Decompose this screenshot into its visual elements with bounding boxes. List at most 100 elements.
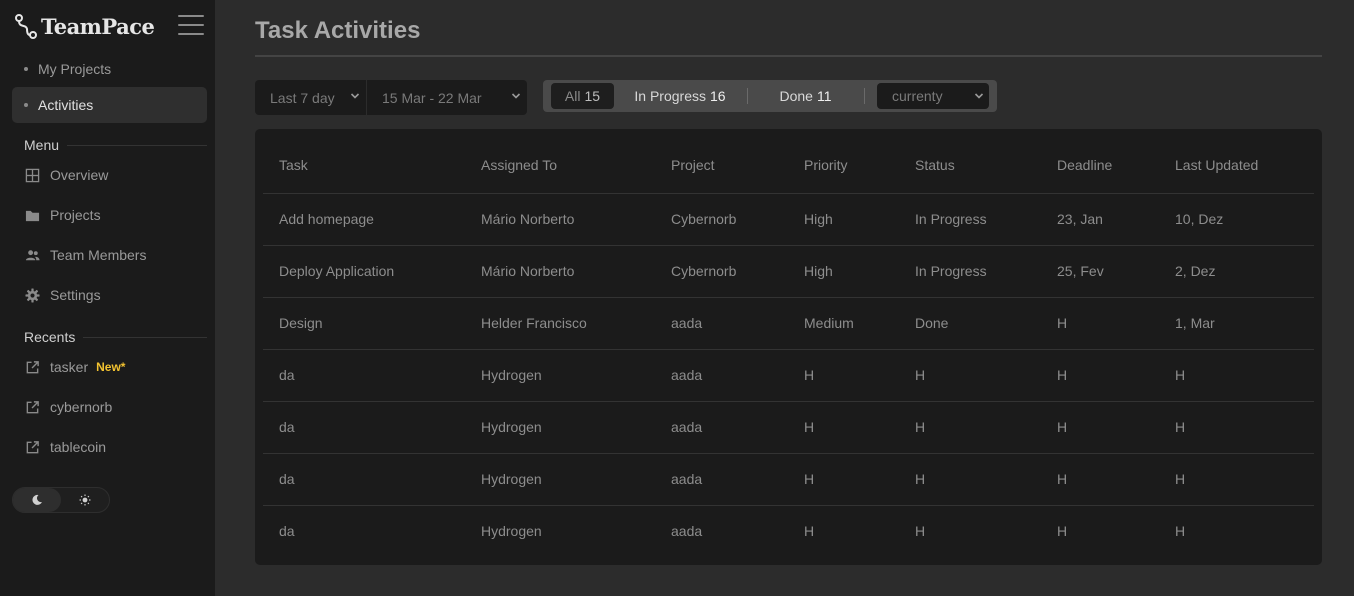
cell-project: aada	[671, 471, 703, 487]
column-header-deadline[interactable]: Deadline	[1057, 157, 1112, 173]
light-theme-button[interactable]	[61, 488, 109, 512]
cell-priority: H	[804, 419, 815, 435]
bullet-icon	[24, 103, 28, 107]
filter-count: 15	[584, 88, 601, 104]
column-header-last-updated[interactable]: Last Updated	[1175, 157, 1258, 173]
recent-item-label: cybernorb	[50, 399, 113, 415]
cell-priority: High	[804, 263, 833, 279]
column-header-status[interactable]: Status	[915, 157, 955, 173]
table-row[interactable]: da Hydrogen aada H H H H	[263, 350, 1314, 402]
cell-task: da	[279, 367, 295, 383]
cell-last-updated: H	[1175, 471, 1186, 487]
cell-last-updated: 10, Dez	[1175, 211, 1224, 227]
menu-section-heading: Menu	[24, 137, 207, 153]
filter-label: Done	[779, 88, 813, 104]
date-range-select[interactable]: Last 7 day	[255, 80, 366, 115]
cell-task: Design	[279, 315, 323, 331]
sidebar-item-settings[interactable]: Settings	[12, 278, 207, 312]
users-icon	[24, 247, 40, 263]
filter-all-button[interactable]: All 15	[551, 83, 614, 109]
filter-count: 16	[710, 88, 726, 104]
sidebar-item-label: Projects	[50, 207, 101, 223]
recent-item-cybernorb[interactable]: cybernorb	[12, 390, 207, 424]
cell-last-updated: H	[1175, 367, 1186, 383]
sidebar-item-label: My Projects	[38, 61, 112, 77]
table-row[interactable]: Design Helder Francisco aada Medium Done H 1, …	[263, 298, 1314, 350]
divider	[83, 336, 207, 338]
date-period-select[interactable]: 15 Mar - 22 Mar	[367, 80, 527, 115]
sidebar-item-label: Overview	[50, 167, 109, 183]
sidebar-item-label: Team Members	[50, 247, 147, 263]
table-row[interactable]: Add homepage Mário Norberto Cybernorb High I…	[263, 194, 1314, 246]
cell-assignee: Hydrogen	[481, 523, 542, 539]
cell-deadline: H	[1057, 367, 1068, 383]
brand-name: TeamPace	[41, 13, 155, 39]
dark-theme-button[interactable]	[13, 488, 61, 512]
cell-project: aada	[671, 367, 703, 383]
table-row[interactable]: da Hydrogen aada H H H H	[263, 454, 1314, 506]
moon-icon	[32, 494, 42, 505]
page-title: Task Activities	[255, 17, 421, 44]
sidebar-item-label: Settings	[50, 287, 101, 303]
sidebar: TeamPace My Projects Activities Menu Ove…	[0, 0, 215, 596]
cell-assignee: Mário Norberto	[481, 211, 575, 227]
sidebar-item-activities[interactable]: Activities	[12, 87, 207, 123]
filter-separator	[747, 88, 748, 104]
sidebar-item-overview[interactable]: Overview	[12, 158, 207, 192]
filter-separator	[864, 88, 865, 104]
period-select[interactable]: currenty	[877, 83, 989, 109]
new-badge: New*	[96, 360, 126, 374]
date-period-value: 15 Mar - 22 Mar	[382, 89, 482, 106]
cell-task: da	[279, 471, 295, 487]
cell-task: Add homepage	[279, 211, 374, 227]
brand-graph-icon	[15, 14, 37, 39]
gear-icon	[24, 287, 40, 303]
recent-item-tablecoin[interactable]: tablecoin	[12, 430, 207, 464]
recent-item-tasker[interactable]: tasker New*	[12, 350, 207, 384]
cell-deadline: H	[1057, 523, 1068, 539]
external-link-icon	[24, 399, 40, 415]
cell-assignee: Hydrogen	[481, 367, 542, 383]
sidebar-item-team-members[interactable]: Team Members	[12, 238, 207, 272]
column-header-project[interactable]: Project	[671, 157, 715, 173]
cell-last-updated: 1, Mar	[1175, 315, 1215, 331]
bullet-icon	[24, 67, 28, 71]
cell-last-updated: H	[1175, 523, 1186, 539]
cell-status: H	[915, 471, 926, 487]
cell-deadline: 23, Jan	[1057, 211, 1103, 227]
menu-section-title: Menu	[24, 137, 60, 153]
cell-status: H	[915, 367, 926, 383]
cell-deadline: H	[1057, 471, 1068, 487]
sidebar-item-projects[interactable]: Projects	[12, 198, 207, 232]
column-header-priority[interactable]: Priority	[804, 157, 848, 173]
sun-icon	[79, 494, 91, 506]
brand-logo[interactable]: TeamPace	[14, 10, 155, 42]
table-row[interactable]: da Hydrogen aada H H H H	[263, 506, 1314, 558]
cell-status: H	[915, 419, 926, 435]
hamburger-icon-line-2	[178, 24, 204, 26]
cell-assignee: Hydrogen	[481, 471, 542, 487]
filter-done-button[interactable]: Done 11	[753, 83, 858, 109]
cell-status: Done	[915, 315, 949, 331]
table-row[interactable]: Deploy Application Mário Norberto Cybernor…	[263, 246, 1314, 298]
external-link-icon	[24, 359, 40, 375]
menu-toggle-button[interactable]	[178, 15, 204, 35]
cell-last-updated: H	[1175, 419, 1186, 435]
recent-item-label: tasker	[50, 359, 89, 375]
cell-task: Deploy Application	[279, 263, 395, 279]
cell-project: aada	[671, 315, 703, 331]
sidebar-item-label: Activities	[38, 97, 94, 113]
column-header-assigned-to[interactable]: Assigned To	[481, 157, 557, 173]
cell-task: da	[279, 419, 295, 435]
recents-section-title: Recents	[24, 329, 76, 345]
cell-last-updated: 2, Dez	[1175, 263, 1216, 279]
date-range-value: Last 7 day	[270, 89, 335, 106]
hamburger-icon-line-3	[178, 33, 204, 35]
title-divider	[255, 55, 1322, 57]
filter-in-progress-button[interactable]: In Progress 16	[623, 83, 737, 109]
chevron-down-icon	[350, 93, 360, 99]
column-header-task[interactable]: Task	[279, 157, 308, 173]
cell-project: aada	[671, 523, 703, 539]
table-row[interactable]: da Hydrogen aada H H H H	[263, 402, 1314, 454]
sidebar-item-my-projects[interactable]: My Projects	[12, 51, 207, 87]
